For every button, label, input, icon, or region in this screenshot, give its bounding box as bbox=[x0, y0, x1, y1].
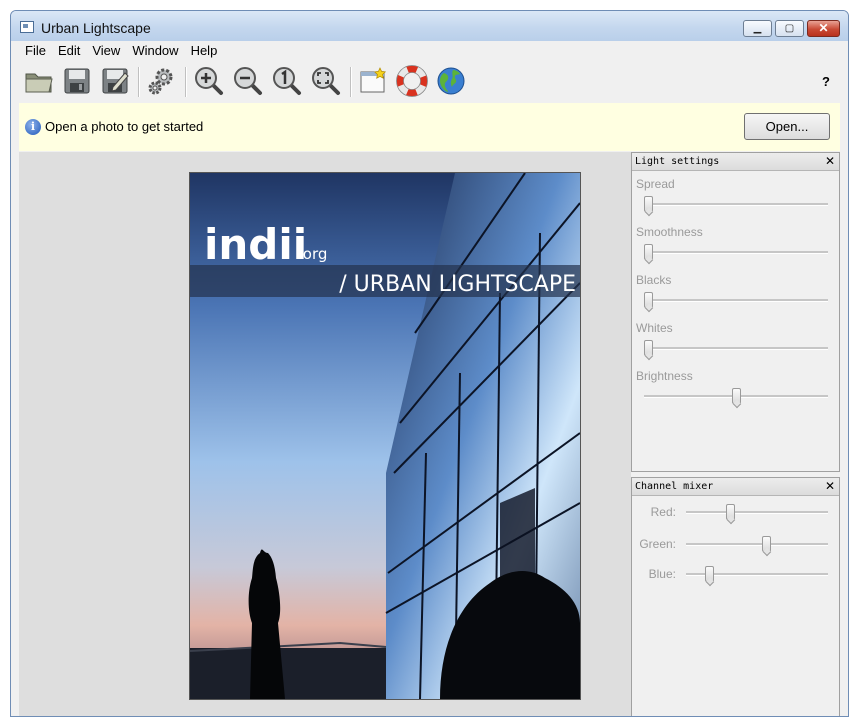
toolbar: ? bbox=[19, 63, 840, 101]
smoothness-slider-handle[interactable] bbox=[644, 244, 653, 260]
whats-this-help-button[interactable]: ? bbox=[822, 74, 830, 89]
green-label: Green: bbox=[639, 537, 676, 551]
app-window: Urban Lightscape ▁ ▢ ✕ File Edit View Windo… bbox=[10, 10, 849, 717]
website-globe-icon[interactable] bbox=[435, 65, 467, 97]
blacks-slider-track[interactable] bbox=[644, 299, 828, 302]
green-slider-handle[interactable] bbox=[761, 536, 771, 552]
toolbar-separator bbox=[138, 67, 140, 97]
new-window-icon[interactable] bbox=[357, 65, 389, 97]
spread-slider-handle[interactable] bbox=[644, 196, 653, 212]
close-button[interactable]: ✕ bbox=[807, 20, 840, 37]
info-bar: i Open a photo to get started Open... bbox=[19, 103, 840, 151]
brightness-label: Brightness bbox=[636, 369, 693, 383]
blacks-slider-handle[interactable] bbox=[644, 292, 653, 308]
whites-slider-track[interactable] bbox=[644, 347, 828, 350]
maximize-button[interactable]: ▢ bbox=[775, 20, 804, 37]
menu-help[interactable]: Help bbox=[185, 41, 224, 58]
smoothness-label: Smoothness bbox=[636, 225, 703, 239]
close-icon[interactable]: ✕ bbox=[825, 153, 835, 170]
brightness-slider-handle[interactable] bbox=[731, 388, 741, 404]
light-settings-title[interactable]: Light settings ✕ bbox=[632, 153, 839, 171]
red-label: Red: bbox=[650, 505, 676, 519]
photo-logo: indii bbox=[204, 220, 307, 269]
spread-slider-track[interactable] bbox=[644, 203, 828, 206]
blue-slider-handle[interactable] bbox=[704, 566, 714, 582]
zoom-out-icon[interactable] bbox=[232, 65, 264, 97]
window-title: Urban Lightscape bbox=[41, 20, 151, 36]
menu-window[interactable]: Window bbox=[126, 41, 184, 58]
title-bar[interactable]: Urban Lightscape ▁ ▢ ✕ bbox=[11, 11, 848, 41]
minimize-button[interactable]: ▁ bbox=[743, 20, 772, 37]
open-folder-icon[interactable] bbox=[23, 65, 55, 97]
zoom-in-icon[interactable] bbox=[193, 65, 225, 97]
light-settings-panel: Light settings ✕ Spread Smoothness Black… bbox=[631, 152, 840, 472]
info-icon: i bbox=[25, 119, 41, 135]
whites-slider-handle[interactable] bbox=[644, 340, 653, 356]
toolbar-separator bbox=[350, 67, 352, 97]
app-icon bbox=[20, 21, 34, 33]
toolbar-separator bbox=[185, 67, 187, 97]
channel-mixer-panel: Channel mixer ✕ Red: Green: Blue: bbox=[631, 477, 840, 716]
smoothness-slider-track[interactable] bbox=[644, 251, 828, 254]
photo-logo-suffix: .org bbox=[298, 245, 327, 263]
photo-preview: indii .org / URBAN LIGHTSCAPE bbox=[189, 172, 581, 700]
settings-gears-icon[interactable] bbox=[145, 65, 177, 97]
green-slider-track[interactable] bbox=[686, 543, 828, 546]
channel-mixer-title[interactable]: Channel mixer ✕ bbox=[632, 478, 839, 496]
info-message: Open a photo to get started bbox=[45, 119, 204, 134]
photo-banner: / URBAN LIGHTSCAPE bbox=[339, 272, 576, 297]
close-icon[interactable]: ✕ bbox=[825, 478, 835, 495]
blue-label: Blue: bbox=[648, 567, 676, 581]
blacks-label: Blacks bbox=[636, 273, 672, 287]
help-lifebuoy-icon[interactable] bbox=[396, 65, 428, 97]
menu-edit[interactable]: Edit bbox=[52, 41, 86, 58]
save-as-icon[interactable] bbox=[99, 65, 131, 97]
spread-label: Spread bbox=[636, 177, 675, 191]
zoom-fit-icon[interactable] bbox=[310, 65, 342, 97]
save-icon[interactable] bbox=[61, 65, 93, 97]
menu-bar: File Edit View Window Help bbox=[19, 41, 840, 61]
open-button[interactable]: Open... bbox=[744, 113, 830, 140]
zoom-actual-size-icon[interactable] bbox=[271, 65, 303, 97]
image-canvas[interactable]: indii .org / URBAN LIGHTSCAPE bbox=[19, 152, 631, 716]
red-slider-handle[interactable] bbox=[725, 504, 735, 520]
menu-file[interactable]: File bbox=[19, 41, 52, 58]
red-slider-track[interactable] bbox=[686, 511, 828, 514]
menu-view[interactable]: View bbox=[86, 41, 126, 58]
whites-label: Whites bbox=[636, 321, 673, 335]
